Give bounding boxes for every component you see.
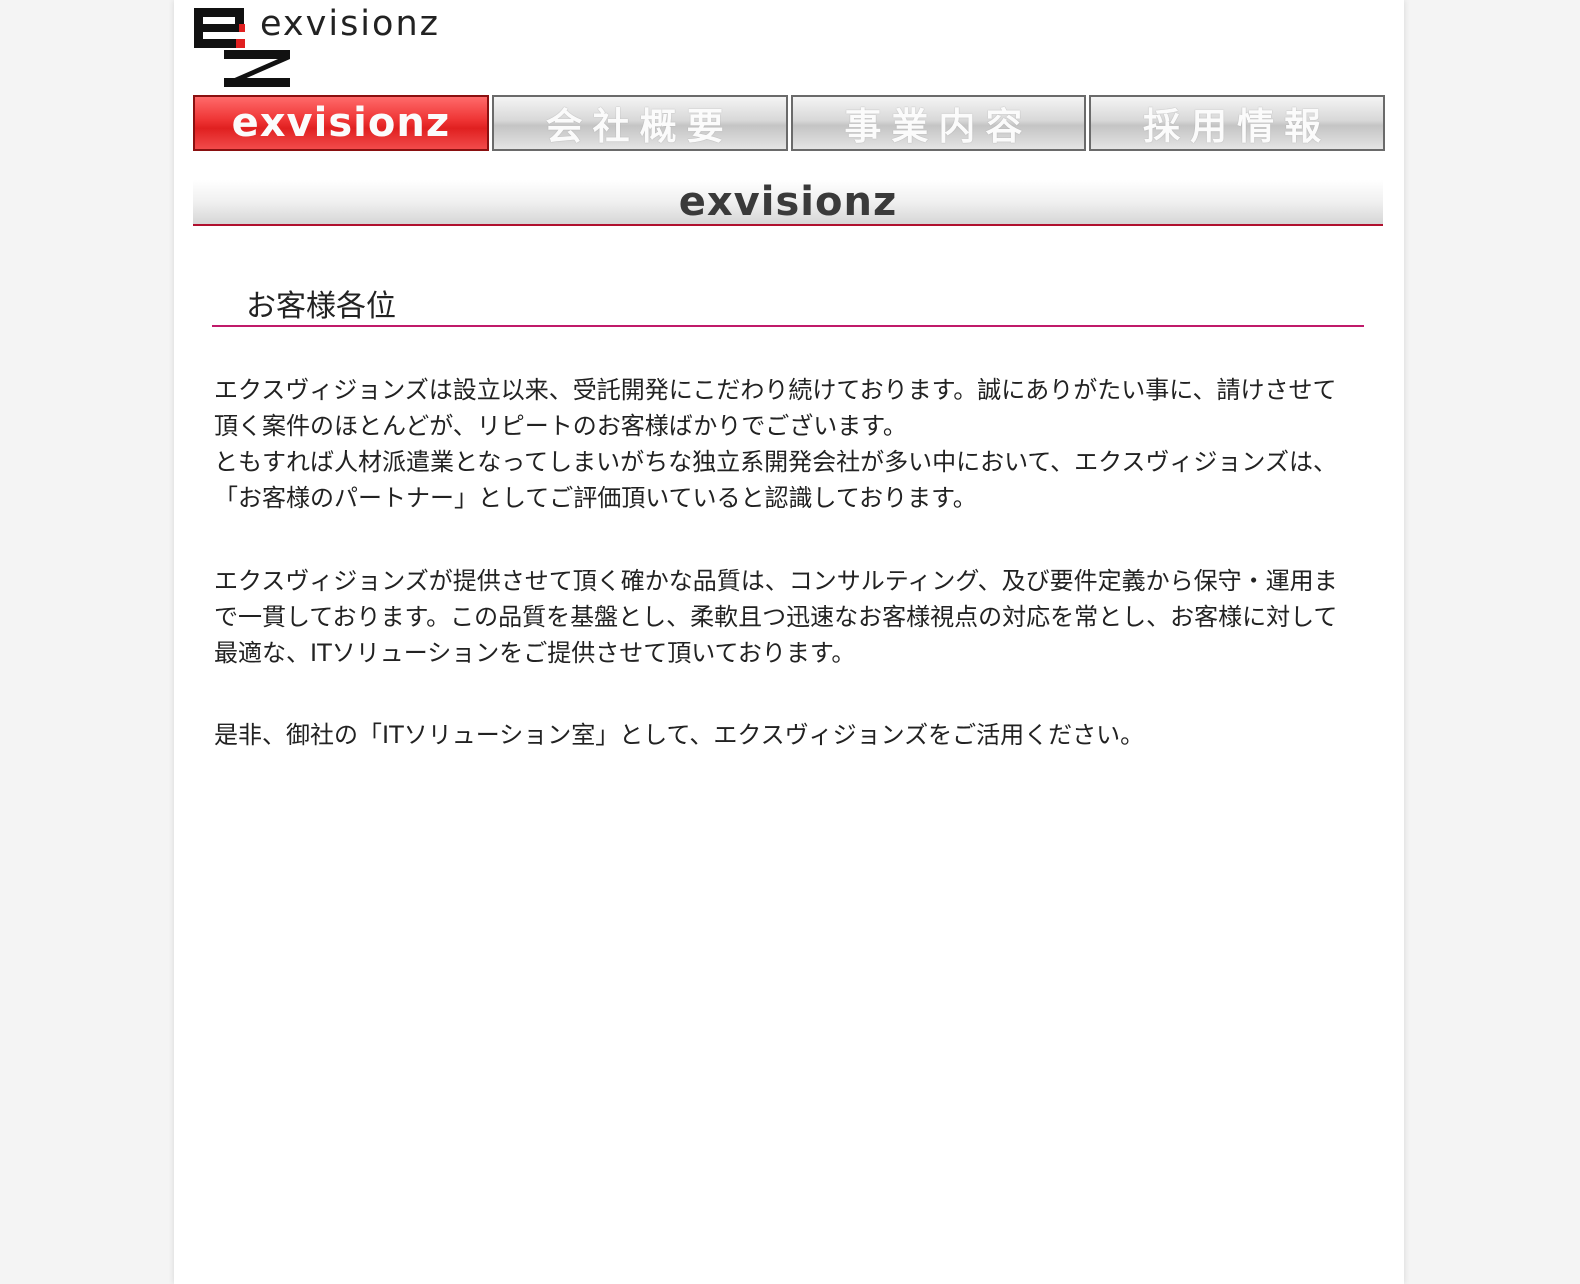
main-navigation: exvisionz 会社概要 事業内容 採用情報 [193,95,1385,151]
nav-item-business[interactable]: 事業内容 [790,95,1087,151]
nav-item-recruitment[interactable]: 採用情報 [1089,95,1385,151]
paragraph-intro-text: エクスヴィジョンズは設立以来、受託開発にこだわり続けております。誠にありがたい事… [214,376,1337,440]
logo-text: exvisionz [260,4,440,44]
nav-item-company-overview[interactable]: 会社概要 [491,95,788,151]
content-heading: お客様各位 [212,275,1364,327]
paragraph-intro-text-2: ともすれば人材派遣業となってしまいがちな独立系開発会社が多い中において、エクスヴ… [214,448,1337,512]
paragraph-closing: 是非、御社の「ITソリューション室」として、エクスヴィジョンズをご活用ください。 [214,721,1145,749]
heading-text: お客様各位 [246,289,396,324]
company-logo[interactable]: exvisionz [194,6,494,88]
section-banner: exvisionz [193,180,1383,226]
page-container: exvisionz exvisionz 会社概要 事業内容 採用情報 exvis… [174,0,1404,1284]
banner-title: exvisionz [678,179,898,225]
paragraph-intro: エクスヴィジョンズは設立以来、受託開発にこだわり続けております。誠にありがたい事… [214,372,1354,516]
paragraph-quality: エクスヴィジョンズが提供させて頂く確かな品質は、コンサルティング、及び要件定義か… [214,567,1338,667]
nav-item-home[interactable]: exvisionz [193,95,489,151]
